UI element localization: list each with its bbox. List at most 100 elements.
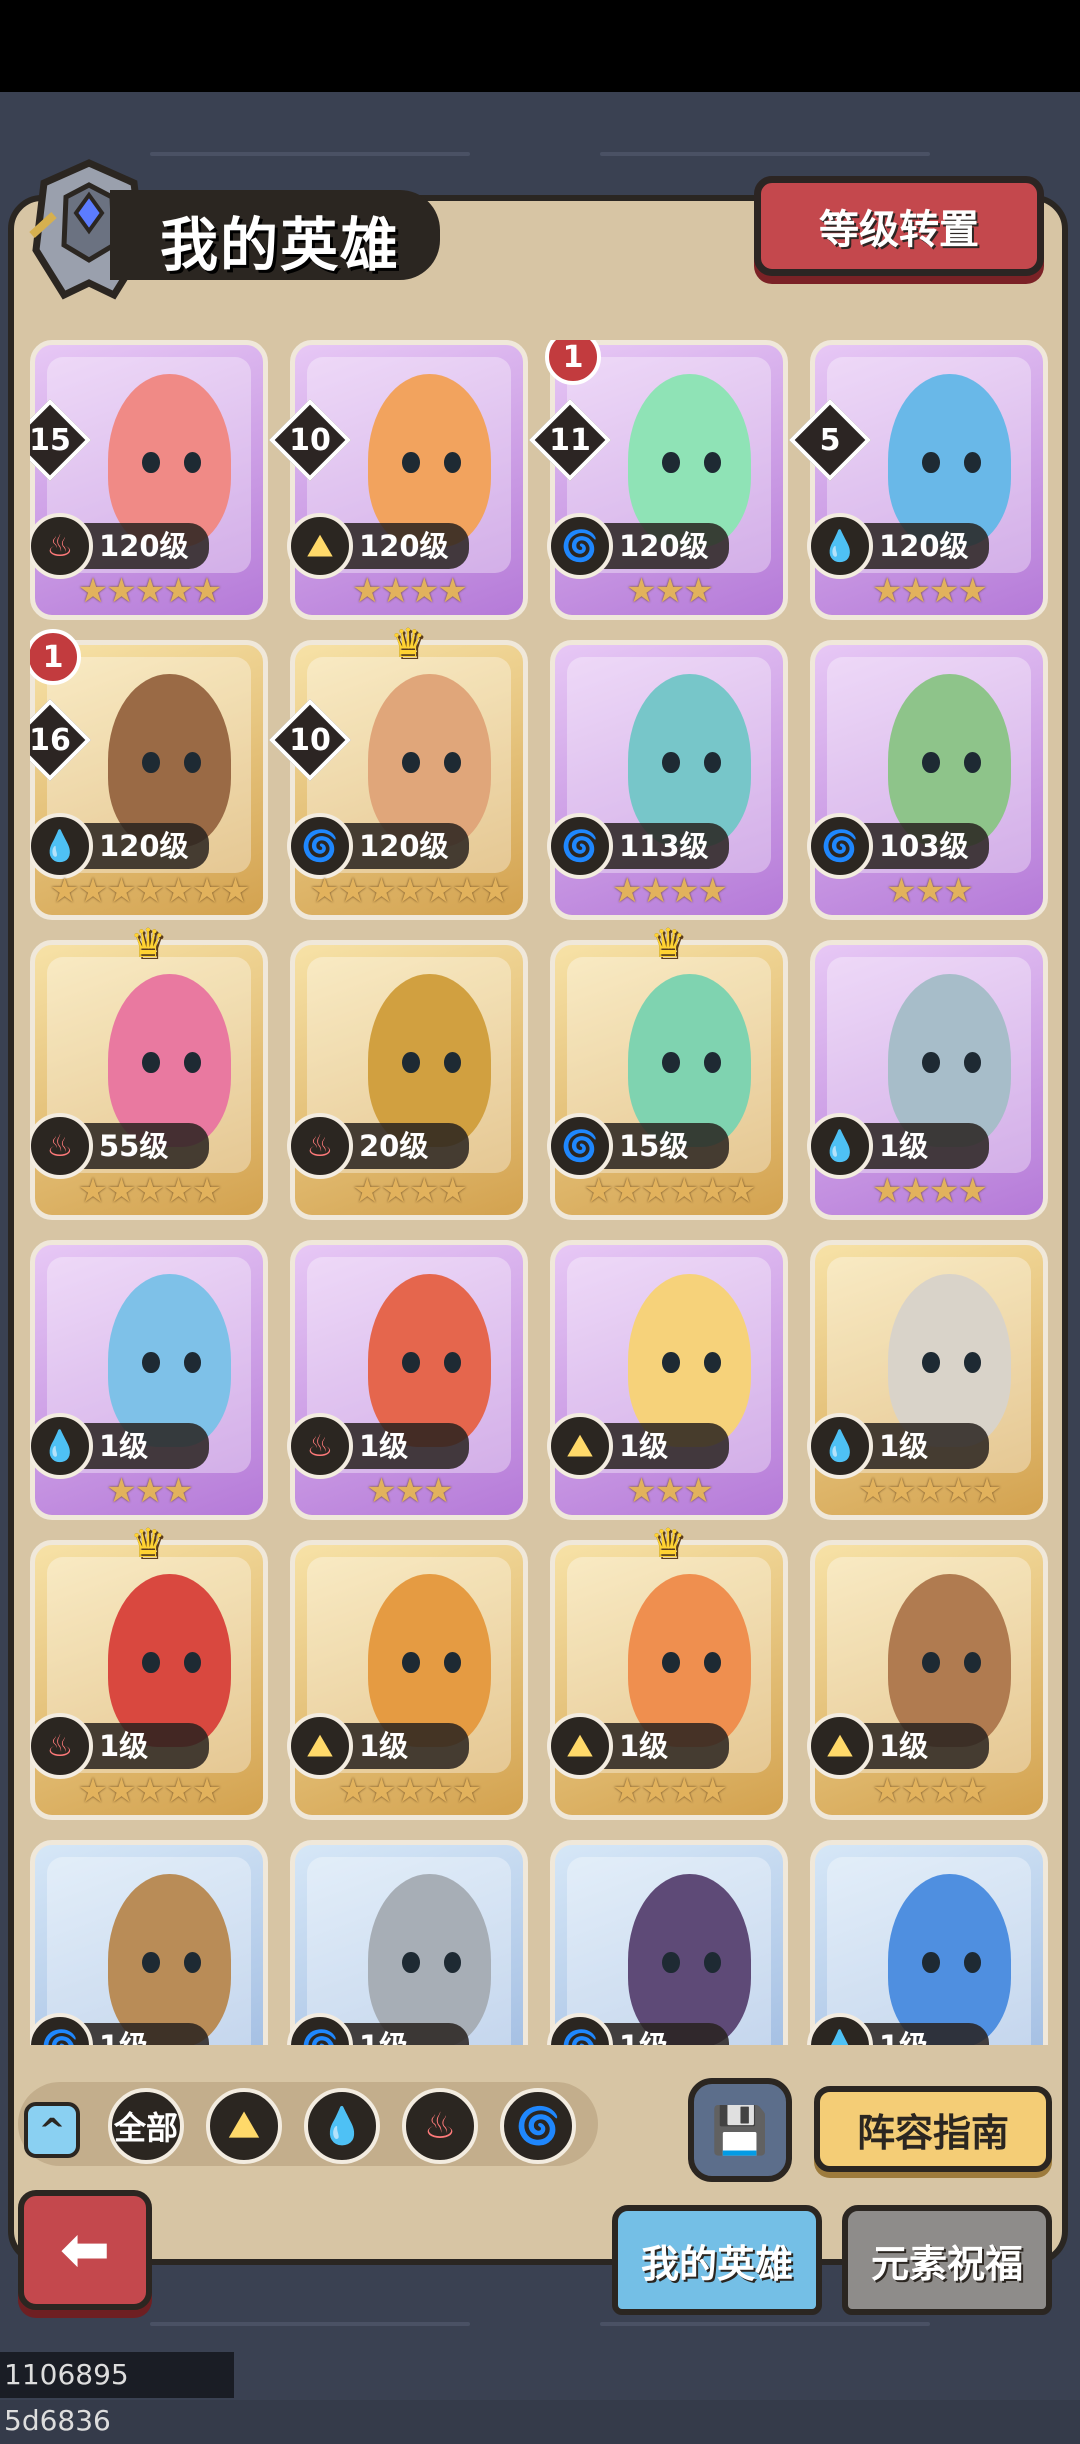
hero-stars: ★★★: [626, 571, 713, 611]
hero-portrait: [368, 374, 491, 548]
hero-stars: ★★★★: [352, 1171, 468, 1211]
status-bar: [0, 0, 1080, 92]
hero-card[interactable]: ♛ 1级 ⛰ ★★★★: [547, 1521, 788, 1820]
crown-icon: ♛: [130, 921, 166, 967]
wind-element-icon: 🌀: [807, 813, 873, 879]
hero-card[interactable]: 10 120级 ⛰ ★★★★: [268, 340, 528, 620]
hero-card[interactable]: ♛ 55级 ♨ ★★★★★: [30, 921, 268, 1220]
hero-card[interactable]: 1级 💧 ★★★★: [807, 940, 1048, 1220]
hero-card[interactable]: 1级🌀: [287, 1840, 528, 2045]
hero-portrait: [108, 1274, 231, 1448]
crown-icon: ♛: [650, 1521, 686, 1567]
hero-card[interactable]: 1级🌀: [547, 1840, 788, 2045]
filter-water-icon[interactable]: 💧: [304, 2088, 380, 2164]
hero-portrait-frame: [47, 1857, 251, 2045]
hero-stars: ★★★★★: [337, 1771, 482, 1811]
water-element-icon: 💧: [807, 1113, 873, 1179]
hero-stars: ★★★★: [872, 571, 988, 611]
hero-stars: ★★★: [886, 871, 973, 911]
hero-portrait: [108, 974, 231, 1148]
hero-portrait: [368, 1874, 491, 2045]
hero-card[interactable]: 1 16 120级 💧 ★★★★★★★: [30, 629, 268, 920]
hero-stars: ★★★★★: [77, 571, 222, 611]
level-transfer-button[interactable]: 等级转置: [754, 176, 1044, 276]
hero-stars: ★★★: [106, 1471, 193, 1511]
formation-guide-button[interactable]: 阵容指南: [814, 2086, 1052, 2172]
hero-stars: ★★★★★★★: [49, 871, 250, 911]
hero-portrait: [888, 1574, 1011, 1748]
earth-element-icon: ⛰: [287, 513, 353, 579]
hero-portrait: [108, 374, 231, 548]
hero-portrait: [888, 374, 1011, 548]
formation-guide-label: 阵容指南: [856, 2110, 1009, 2155]
hero-portrait: [888, 974, 1011, 1148]
watermark-text: 1106895 5d6836: [0, 2352, 234, 2437]
hero-card[interactable]: 1级 💧 ★★★: [30, 1240, 268, 1520]
level-transfer-label: 等级转置: [819, 207, 979, 253]
hero-card[interactable]: 1级 ⛰ ★★★★: [807, 1540, 1048, 1820]
hero-stars: ★★★★★: [77, 1771, 222, 1811]
hero-portrait-frame: [307, 1857, 511, 2045]
hero-portrait: [368, 974, 491, 1148]
hero-card[interactable]: 113级 🌀 ★★★★: [547, 640, 788, 920]
fire-element-icon: ♨: [30, 1113, 93, 1179]
hero-card[interactable]: ♛ 10 120级 🌀 ★★★★★★★: [268, 621, 528, 920]
hero-stars: ★★★: [366, 1471, 453, 1511]
filter-earth-icon[interactable]: ⛰: [206, 2088, 282, 2164]
wind-element-icon: 🌀: [547, 813, 613, 879]
hero-card[interactable]: 1级 💧 ★★★★★: [807, 1240, 1048, 1520]
hero-stars: ★★★★★: [857, 1471, 1002, 1511]
awaken-count: 15: [30, 422, 71, 458]
hero-portrait-frame: [567, 1857, 771, 2045]
hero-portrait: [628, 1874, 751, 2045]
hero-portrait: [888, 1874, 1011, 2045]
awaken-count: 10: [289, 422, 331, 458]
awaken-count: 10: [289, 722, 331, 758]
water-element-icon: 💧: [30, 1413, 93, 1479]
collapse-button[interactable]: ^: [24, 2102, 80, 2158]
earth-element-icon: ⛰: [807, 1713, 873, 1779]
wind-element-icon: 🌀: [547, 513, 613, 579]
crown-icon: ♛: [130, 1521, 166, 1567]
hero-card[interactable]: 1级 ⛰ ★★★★★: [287, 1540, 528, 1820]
hero-card[interactable]: 1级🌀: [30, 1840, 268, 2045]
hero-card[interactable]: 1级 ⛰ ★★★: [547, 1240, 788, 1520]
page-title: 我的英雄: [160, 211, 401, 279]
hero-portrait-frame: [827, 1857, 1031, 2045]
hero-portrait: [628, 1574, 751, 1748]
water-element-icon: 💧: [807, 513, 873, 579]
hero-card[interactable]: 1 11 120级 🌀 ★★★: [528, 340, 788, 620]
hero-portrait: [108, 674, 231, 848]
water-element-icon: 💧: [807, 1413, 873, 1479]
fire-element-icon: ♨: [287, 1413, 353, 1479]
hero-card[interactable]: 5 120级 💧 ★★★★: [788, 340, 1048, 620]
fire-element-icon: ♨: [30, 513, 93, 579]
hero-grid: 15 120级 ♨ ★★★★★ 10 120级 ⛰ ★★★★ 1 11 120级 🌀 ★★★ 5 120级 💧…: [30, 340, 1050, 2045]
hero-card[interactable]: 1级💧: [807, 1840, 1048, 2045]
hero-stars: ★★★★★: [77, 1171, 222, 1211]
hero-stars: ★★★★: [612, 871, 728, 911]
hero-card[interactable]: 103级 🌀 ★★★: [807, 640, 1048, 920]
hero-card[interactable]: 20级 ♨ ★★★★: [287, 940, 528, 1220]
hero-card[interactable]: 15 120级 ♨ ★★★★★: [30, 340, 268, 620]
earth-element-icon: ⛰: [547, 1713, 613, 1779]
hero-card[interactable]: 1级 ♨ ★★★: [287, 1240, 528, 1520]
fire-element-icon: ♨: [30, 1713, 93, 1779]
filter-all-button[interactable]: 全部: [108, 2088, 184, 2164]
tab-element-blessing[interactable]: 元素祝福: [842, 2205, 1052, 2315]
hero-card[interactable]: ♛ 1级 ♨ ★★★★★: [30, 1521, 268, 1820]
hero-card[interactable]: ♛ 15级 🌀 ★★★★★★: [547, 921, 788, 1220]
fire-element-icon: ♨: [287, 1113, 353, 1179]
hero-portrait: [628, 374, 751, 548]
filter-wind-icon[interactable]: 🌀: [500, 2088, 576, 2164]
wind-element-icon: 🌀: [547, 1113, 613, 1179]
save-formation-button[interactable]: 💾: [688, 2078, 792, 2182]
back-arrow-icon: ⬅: [59, 2215, 111, 2285]
tab-my-heroes[interactable]: 我的英雄: [612, 2205, 822, 2315]
floppy-disk-icon: 💾: [711, 2102, 769, 2157]
back-button[interactable]: ⬅: [18, 2190, 152, 2310]
filter-fire-icon[interactable]: ♨: [402, 2088, 478, 2164]
hero-portrait: [368, 1274, 491, 1448]
hero-stars: ★★★★★★: [583, 1171, 757, 1211]
hero-portrait: [628, 674, 751, 848]
